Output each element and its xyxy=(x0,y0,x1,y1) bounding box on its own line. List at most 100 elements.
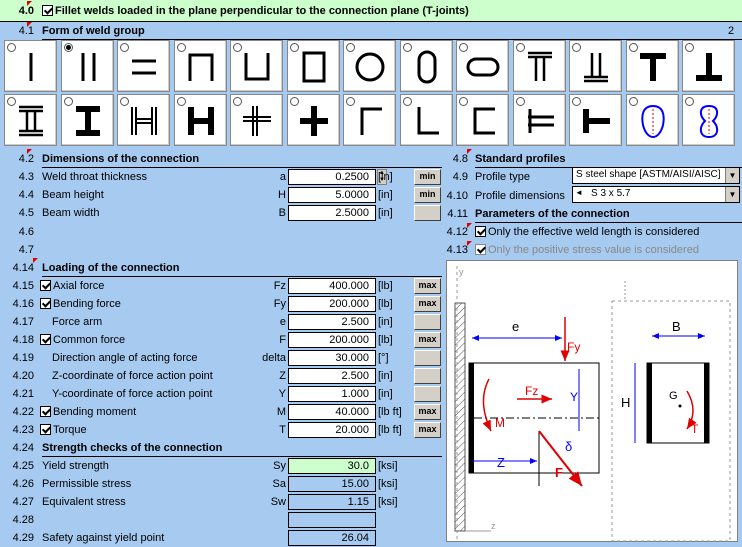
row-checkbox[interactable] xyxy=(40,280,51,291)
weld-form-tile[interactable] xyxy=(286,40,340,92)
weld-form-tile[interactable] xyxy=(456,94,509,146)
row-action-button[interactable]: max xyxy=(414,332,441,348)
row-action-button[interactable] xyxy=(414,314,441,330)
row-checkbox[interactable] xyxy=(40,298,51,309)
dim-h: H xyxy=(621,395,630,410)
weld-form-tile[interactable] xyxy=(569,94,622,146)
opt2-check-icon[interactable] xyxy=(475,244,486,255)
row-label[interactable]: Bending moment xyxy=(40,403,136,421)
dim-y: Y xyxy=(570,390,578,404)
weld-form-tile[interactable] xyxy=(399,94,453,146)
form-title: Form of weld group xyxy=(42,23,742,40)
weld-form-tile[interactable] xyxy=(625,94,679,146)
weld-form-tile[interactable] xyxy=(173,40,227,92)
row-label[interactable]: Axial force xyxy=(40,277,104,295)
row-unit: [lb] xyxy=(378,298,393,310)
weld-form-tile[interactable] xyxy=(512,40,566,92)
row-action-button[interactable]: max xyxy=(414,278,441,294)
row-number: 4.27 xyxy=(12,496,34,508)
weld-shape-icon xyxy=(527,109,554,133)
row-unit: [lb ft] xyxy=(378,424,402,436)
row-value-field[interactable]: 200.000 xyxy=(288,332,376,348)
header-checkbox[interactable] xyxy=(42,5,53,16)
row-action-button[interactable]: max xyxy=(414,422,441,438)
row-action-button[interactable] xyxy=(414,386,441,402)
row-number: 4.5 xyxy=(18,207,34,219)
row-value-field[interactable]: 2.500 xyxy=(288,368,376,384)
weld-form-tile[interactable] xyxy=(4,94,57,146)
weld-form-tile[interactable] xyxy=(343,94,396,146)
weld-form-tile[interactable] xyxy=(60,94,114,146)
row-symbol: H xyxy=(278,189,286,201)
row-value-field[interactable]: 30.000 xyxy=(288,350,376,366)
scroll-left-icon[interactable]: ◄ xyxy=(575,188,583,197)
weld-form-tile[interactable] xyxy=(230,40,283,92)
weld-shape-icon xyxy=(639,53,666,81)
weld-form-tile[interactable] xyxy=(173,94,227,146)
weld-form-tile[interactable] xyxy=(625,40,679,92)
row-value-field[interactable]: 400.000 xyxy=(288,278,376,294)
row-value-field[interactable]: 0.2500 xyxy=(288,169,376,185)
row-value-field[interactable]: 20.000 xyxy=(288,422,376,438)
row-label: Force arm xyxy=(52,316,103,328)
row-number: 4.17 xyxy=(12,316,34,328)
dim-b: B xyxy=(672,319,681,334)
opt2-number: 4.13 xyxy=(446,244,468,256)
weld-form-tile[interactable] xyxy=(456,40,509,92)
row-action-button[interactable] xyxy=(414,350,441,366)
form-number: 4.1 xyxy=(18,25,34,37)
row-value-field[interactable]: 2.500 xyxy=(288,314,376,330)
dim-z: Z xyxy=(497,455,505,470)
row-label: Beam width xyxy=(42,207,100,219)
row-symbol: Fy xyxy=(273,298,286,310)
row-label: Weld throat thickness xyxy=(42,171,147,183)
row-value-field[interactable]: 2.5000 xyxy=(288,205,376,221)
row-action-button[interactable]: max xyxy=(414,296,441,312)
weld-shape-icon xyxy=(527,51,552,81)
strength-number: 4.24 xyxy=(12,442,34,454)
opt1-checkbox[interactable]: Only the effective weld length is consid… xyxy=(475,223,699,241)
row-number: 4.21 xyxy=(12,388,34,400)
row-label[interactable]: Bending force xyxy=(40,295,121,313)
dropdown-arrow-icon[interactable]: ▼ xyxy=(725,168,739,183)
row-label: Y-coordinate of force action point xyxy=(52,388,213,400)
weld-shape-icon xyxy=(131,107,157,135)
row-label[interactable]: Common force xyxy=(40,331,125,349)
opt1-check-icon[interactable] xyxy=(475,226,486,237)
row-symbol: a xyxy=(279,171,286,183)
row-symbol: Sa xyxy=(272,478,286,490)
header-title[interactable]: Fillet welds loaded in the plane perpend… xyxy=(42,2,469,20)
profile-dims-label: Profile dimensions xyxy=(475,190,565,202)
row-value-field[interactable]: 5.0000 xyxy=(288,187,376,203)
weld-form-tile[interactable] xyxy=(682,94,735,146)
weld-shape-icon xyxy=(188,53,213,81)
row-action-button[interactable] xyxy=(414,368,441,384)
row-checkbox[interactable] xyxy=(40,406,51,417)
weld-form-tile[interactable] xyxy=(117,94,170,146)
weld-form-tile[interactable] xyxy=(117,40,170,92)
profile-type-select[interactable]: S steel shape [ASTM/AISI/AISC] ▼ xyxy=(572,167,740,184)
weld-form-tile[interactable] xyxy=(512,94,566,146)
weld-form-tile[interactable] xyxy=(682,40,735,92)
row-value-field[interactable]: 1.000 xyxy=(288,386,376,402)
weld-form-tile[interactable] xyxy=(569,40,622,92)
weld-form-tile[interactable] xyxy=(230,94,283,146)
row-value-field[interactable]: 200.000 xyxy=(288,296,376,312)
row-label[interactable]: Torque xyxy=(40,421,87,439)
weld-form-tile[interactable] xyxy=(286,94,340,146)
row-unit: [lb ft] xyxy=(378,406,402,418)
dropdown-arrow-icon[interactable]: ▼ xyxy=(725,187,739,202)
row-action-button[interactable]: max xyxy=(414,404,441,420)
row-unit: [in] xyxy=(378,171,393,183)
weld-form-tile[interactable] xyxy=(399,40,453,92)
profile-dims-select[interactable]: ◄ S 3 x 5.7 ▼ xyxy=(572,186,740,203)
row-value-field[interactable]: 40.000 xyxy=(288,404,376,420)
row-symbol: e xyxy=(279,316,286,328)
row-checkbox[interactable] xyxy=(40,334,51,345)
row-checkbox[interactable] xyxy=(40,424,51,435)
opt2-checkbox[interactable]: Only the positive stress value is consid… xyxy=(475,241,699,259)
weld-form-tile[interactable] xyxy=(343,40,396,92)
weld-form-tile[interactable] xyxy=(4,40,57,92)
params-title: Parameters of the connection xyxy=(475,206,742,223)
weld-form-tile[interactable] xyxy=(60,40,114,92)
